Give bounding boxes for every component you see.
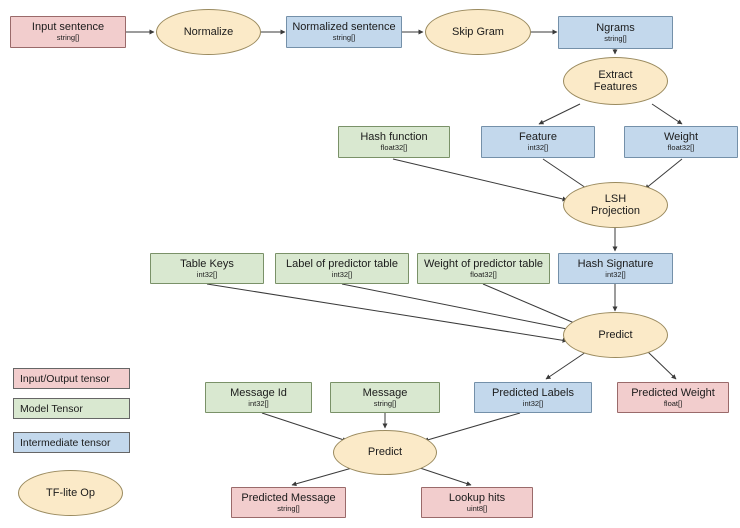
node-skip-gram[interactable]: Skip Gram — [425, 9, 531, 55]
legend-label: Intermediate tensor — [20, 436, 111, 449]
edge-label-predictor-table-to-predict-1 — [341, 283, 573, 332]
node-title: Hash Signature — [577, 257, 654, 270]
edge-weight-predictor-table-to-predict-1 — [482, 283, 580, 326]
node-title: Lookup hits — [448, 491, 506, 504]
edge-predict-1-to-predicted-weight — [647, 351, 677, 380]
node-lsh-projection[interactable]: LSH Projection — [563, 182, 668, 228]
node-type: string[] — [604, 33, 627, 43]
node-type: float32[] — [470, 269, 497, 279]
node-weight[interactable]: Weight float32[] — [624, 126, 738, 158]
edge-weight-to-lsh-projection — [644, 158, 683, 190]
node-message-id[interactable]: Message Id int32[] — [205, 382, 312, 413]
node-message[interactable]: Message string[] — [330, 382, 440, 413]
node-title: Normalize — [183, 25, 234, 38]
node-type: string[] — [373, 398, 397, 408]
node-title: LSH Projection — [591, 192, 640, 217]
node-type: int32[] — [196, 269, 218, 279]
node-ngrams[interactable]: Ngrams string[] — [558, 16, 673, 49]
node-title: Label of predictor table — [286, 257, 398, 270]
node-type: int32[] — [605, 269, 626, 279]
node-type: int32[] — [527, 143, 549, 153]
node-title: Table Keys — [180, 257, 234, 270]
node-type: float32[] — [380, 143, 408, 153]
node-type: string[] — [277, 503, 300, 513]
node-title: Predicted Labels — [492, 386, 574, 399]
node-title: Ngrams — [596, 21, 635, 34]
node-type: float32[] — [667, 143, 695, 153]
node-title: Normalized sentence — [292, 21, 396, 34]
node-title: Predict — [367, 446, 403, 459]
node-title: Extract Features — [593, 68, 638, 93]
legend-label: TF-lite Op — [46, 487, 95, 499]
node-title: Skip Gram — [452, 25, 504, 38]
edge-message-id-to-predict-2 — [261, 412, 348, 442]
node-type: uint8[] — [466, 503, 488, 513]
node-title: Message — [362, 386, 408, 399]
node-type: string[] — [332, 33, 356, 43]
edge-predict-2-to-lookup-hits — [419, 467, 472, 486]
node-feature[interactable]: Feature int32[] — [481, 126, 595, 158]
node-title: Predicted Message — [241, 491, 336, 504]
edge-predict-2-to-predicted-message — [291, 467, 353, 487]
node-lookup-hits[interactable]: Lookup hits uint8[] — [421, 487, 533, 518]
node-title: Feature — [519, 131, 557, 144]
edge-extract-features-to-feature — [538, 103, 581, 125]
node-normalized-sentence[interactable]: Normalized sentence string[] — [286, 16, 402, 48]
node-extract-features[interactable]: Extract Features — [563, 57, 668, 105]
node-title: Predicted Weight — [631, 386, 715, 399]
edge-table-keys-to-predict-1 — [206, 283, 568, 343]
edge-predicted-labels-to-predict-2 — [423, 412, 521, 443]
node-type: float[] — [663, 398, 683, 408]
node-type: int32[] — [248, 398, 269, 408]
node-weight-of-predictor-table[interactable]: Weight of predictor table float32[] — [417, 253, 550, 284]
edge-extract-features-to-weight — [651, 103, 683, 125]
diagram-canvas: Input sentence string[] Normalize Normal… — [0, 0, 740, 528]
edge-hash-function-to-lsh-projection — [392, 158, 568, 202]
node-predict-2[interactable]: Predict — [333, 430, 437, 475]
node-label-of-predictor-table[interactable]: Label of predictor table int32[] — [275, 253, 409, 284]
legend-item-intermediate-tensor: Intermediate tensor — [13, 432, 130, 453]
node-hash-function[interactable]: Hash function float32[] — [338, 126, 450, 158]
node-title: Hash function — [360, 131, 428, 144]
node-type: string[] — [56, 33, 80, 43]
edge-predict-1-to-predicted-labels — [545, 351, 587, 380]
node-title: Predict — [598, 328, 633, 341]
legend-item-input-output-tensor: Input/Output tensor — [13, 368, 130, 389]
node-title: Weight of predictor table — [423, 257, 544, 270]
node-predict-1[interactable]: Predict — [563, 312, 668, 358]
node-input-sentence[interactable]: Input sentence string[] — [10, 16, 126, 48]
node-table-keys[interactable]: Table Keys int32[] — [150, 253, 264, 284]
node-predicted-weight[interactable]: Predicted Weight float[] — [617, 382, 729, 413]
node-title: Input sentence — [31, 21, 105, 34]
legend-item-model-tensor: Model Tensor — [13, 398, 130, 419]
node-title: Weight — [663, 131, 699, 144]
node-predicted-labels[interactable]: Predicted Labels int32[] — [474, 382, 592, 413]
node-hash-signature[interactable]: Hash Signature int32[] — [558, 253, 673, 284]
edge-feature-to-lsh-projection — [542, 158, 590, 191]
node-normalize[interactable]: Normalize — [156, 9, 261, 55]
node-title: Message Id — [230, 386, 287, 399]
node-type: int32[] — [522, 398, 544, 408]
legend-label: Model Tensor — [20, 402, 83, 415]
node-predicted-message[interactable]: Predicted Message string[] — [231, 487, 346, 518]
node-type: int32[] — [331, 269, 353, 279]
legend-item-tflite-op: TF-lite Op — [18, 470, 123, 516]
legend-label: Input/Output tensor — [20, 372, 110, 385]
